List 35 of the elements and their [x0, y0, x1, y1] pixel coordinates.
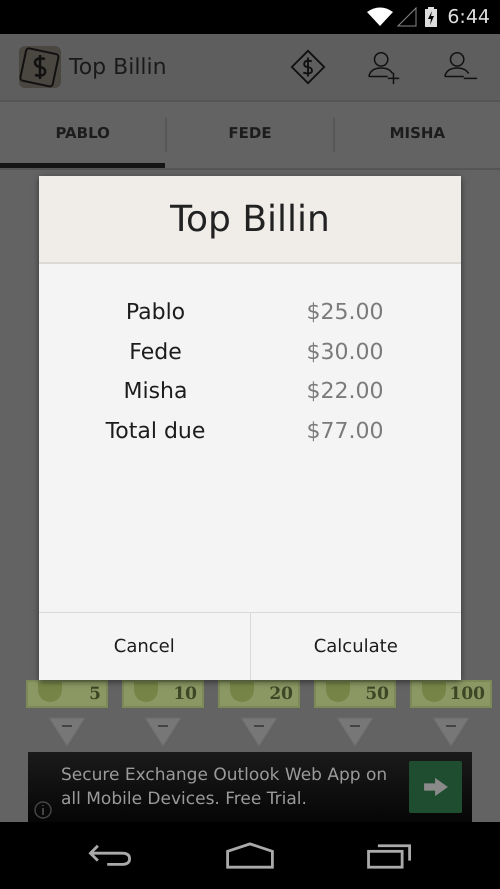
person-name: Pablo: [124, 300, 186, 326]
ad-banner[interactable]: Secure Exchange Outlook Web App on all Mobile Devices. Free Trial.: [28, 752, 472, 822]
bill-value: 50: [365, 684, 389, 704]
ad-text: Secure Exchange Outlook Web App on all Mobile Devices. Free Trial.: [61, 764, 388, 811]
dialog-button[interactable]: Cancel: [39, 613, 250, 680]
tab[interactable]: MISHA: [334, 102, 500, 168]
signal-icon: [397, 7, 418, 27]
clock-time: 6:44: [447, 6, 490, 28]
dialog-title: Top Billin: [170, 198, 330, 240]
dollar-bill[interactable]: 100: [410, 680, 492, 708]
bill-value: 10: [173, 684, 197, 704]
amount-value: $22.00: [306, 379, 384, 404]
arrow-icon: [422, 776, 450, 798]
battery-charging-icon: [425, 7, 438, 27]
bill-value: 100: [450, 684, 485, 704]
person-name: Total due: [104, 418, 206, 444]
dialog-button[interactable]: Calculate: [250, 613, 461, 680]
dollar-bill[interactable]: 20: [218, 680, 300, 708]
person-name: Misha: [122, 379, 188, 404]
tab[interactable]: PABLO: [0, 102, 166, 168]
amount-value: $25.00: [306, 300, 384, 326]
app-logo-icon: [19, 46, 61, 88]
dollar-bill[interactable]: 10: [122, 680, 204, 708]
dollar-bill[interactable]: 50: [314, 680, 396, 708]
info-icon[interactable]: [33, 800, 53, 820]
bill-value: 20: [269, 684, 293, 704]
dollar-bill[interactable]: 5: [26, 680, 108, 708]
amount-value: $30.00: [306, 340, 384, 365]
wifi-icon: [367, 7, 394, 27]
tab[interactable]: FEDE: [167, 102, 333, 168]
app-title: Top Billin: [69, 54, 167, 80]
amount-value: $77.00: [306, 418, 384, 444]
person-name: Fede: [128, 340, 183, 365]
bill-value: 5: [89, 684, 101, 704]
go-button[interactable]: [409, 761, 462, 813]
